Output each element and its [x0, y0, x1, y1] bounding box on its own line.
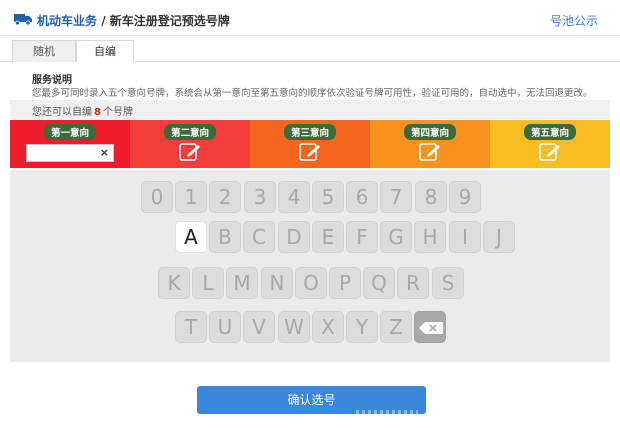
key-7[interactable]: 7 [380, 181, 412, 213]
key-o[interactable]: O [295, 267, 327, 299]
key-f[interactable]: F [346, 221, 378, 253]
plate-keyboard: 0123456789 ABCDEFGHIJ KLMNOPQRS TUVWXYZ [10, 170, 610, 362]
pool-notice-link[interactable]: 号池公示 [550, 12, 598, 29]
tab-random[interactable]: 随机 [12, 40, 76, 62]
choice-label: 第四意向 [403, 124, 457, 140]
choice-slot-4: 第四意向 [370, 120, 490, 168]
choice-label: 第一意向 [43, 124, 97, 140]
key-u[interactable]: U [209, 311, 241, 343]
key-s[interactable]: S [432, 267, 464, 299]
key-d[interactable]: D [278, 221, 310, 253]
key-x[interactable]: X [312, 311, 344, 343]
remaining-count-suffix: 个号牌 [102, 107, 133, 118]
service-description: 您最多可同时录入五个意向号牌，系统会从第一意向至第五意向的顺序依次验证号牌可用性… [32, 88, 593, 99]
key-6[interactable]: 6 [346, 181, 378, 213]
page-header: 机动车业务 / 新车注册登记预选号牌 号池公示 [0, 0, 620, 36]
key-g[interactable]: G [380, 221, 412, 253]
remaining-count: 您还可以自编 8 个号牌 [32, 103, 133, 118]
choice-slots: 第一意向 × 第二意向 第三意向 第四意向 第五意向 [10, 120, 610, 168]
key-h[interactable]: H [414, 221, 446, 253]
clear-icon[interactable]: × [100, 146, 109, 160]
edit-icon[interactable] [419, 143, 441, 161]
key-4[interactable]: 4 [278, 181, 310, 213]
plate-input[interactable] [27, 145, 97, 161]
remaining-count-bar: 您还可以自编 8 个号牌 [10, 100, 610, 119]
choice-slot-3: 第三意向 [250, 120, 370, 168]
truck-icon [14, 14, 32, 25]
remaining-count-number: 8 [94, 107, 101, 118]
key-a[interactable]: A [175, 221, 207, 253]
choice-slot-1: 第一意向 × [10, 120, 130, 168]
key-m[interactable]: M [226, 267, 258, 299]
choice-input-box: × [26, 144, 114, 162]
choice-slot-5: 第五意向 [490, 120, 610, 168]
key-1[interactable]: 1 [175, 181, 207, 213]
key-k[interactable]: K [158, 267, 190, 299]
key-b[interactable]: B [209, 221, 241, 253]
decorative-stripe [356, 410, 418, 414]
key-5[interactable]: 5 [312, 181, 344, 213]
edit-icon[interactable] [539, 143, 561, 161]
key-p[interactable]: P [329, 267, 361, 299]
edit-icon[interactable] [299, 143, 321, 161]
service-title: 服务说明 [32, 75, 72, 86]
tab-self-edit[interactable]: 自编 [76, 40, 134, 62]
breadcrumb-separator: / [97, 14, 110, 28]
key-3[interactable]: 3 [244, 181, 276, 213]
key-t[interactable]: T [175, 311, 207, 343]
key-8[interactable]: 8 [415, 181, 447, 213]
key-v[interactable]: V [243, 311, 275, 343]
edit-icon[interactable] [179, 143, 201, 161]
key-l[interactable]: L [192, 267, 224, 299]
tab-bar: 随机 自编 [0, 40, 620, 62]
backspace-key[interactable] [414, 311, 446, 343]
breadcrumb-section[interactable]: 机动车业务 [37, 14, 97, 28]
backspace-icon [419, 322, 443, 334]
choice-label: 第五意向 [523, 124, 577, 140]
remaining-count-prefix: 您还可以自编 [32, 107, 92, 118]
key-r[interactable]: R [397, 267, 429, 299]
key-q[interactable]: Q [363, 267, 395, 299]
key-i[interactable]: I [449, 221, 481, 253]
key-e[interactable]: E [312, 221, 344, 253]
choice-label: 第二意向 [163, 124, 217, 140]
key-0[interactable]: 0 [141, 181, 173, 213]
key-j[interactable]: J [483, 221, 515, 253]
key-y[interactable]: Y [346, 311, 378, 343]
key-z[interactable]: Z [380, 311, 412, 343]
key-9[interactable]: 9 [449, 181, 481, 213]
breadcrumb-current: 新车注册登记预选号牌 [109, 14, 230, 28]
key-2[interactable]: 2 [209, 181, 241, 213]
key-n[interactable]: N [261, 267, 293, 299]
choice-label: 第三意向 [283, 124, 337, 140]
key-c[interactable]: C [243, 221, 275, 253]
page-title: 机动车业务 / 新车注册登记预选号牌 [37, 12, 230, 29]
key-w[interactable]: W [278, 311, 310, 343]
choice-slot-2: 第二意向 [130, 120, 250, 168]
